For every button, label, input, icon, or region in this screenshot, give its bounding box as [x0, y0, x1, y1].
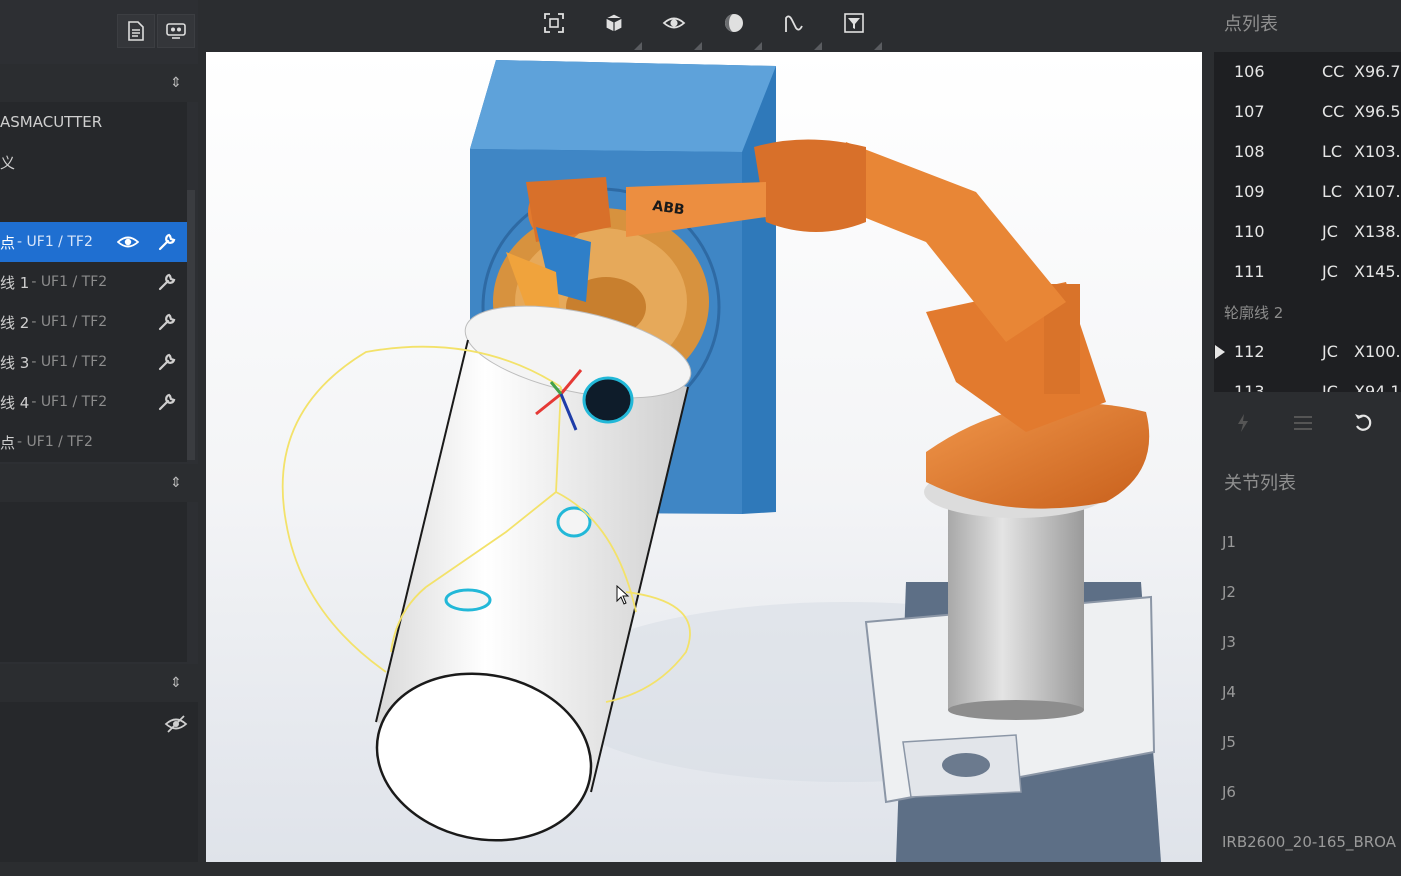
list-icon [1294, 416, 1312, 430]
visibility-icon [662, 17, 686, 29]
undo-icon [1355, 414, 1372, 431]
reset-button[interactable] [1350, 410, 1376, 436]
workpiece-pipe [375, 305, 692, 842]
status-bar [0, 862, 1401, 876]
viewport-toolbar [198, 0, 1202, 52]
point-group-label: 轮廓线 2 [1224, 304, 1284, 322]
robot-pedestal [864, 466, 1161, 862]
dropdown-indicator[interactable] [634, 42, 642, 50]
fit-view-button[interactable] [539, 8, 569, 38]
tree-item-point-selected[interactable]: 点 - UF1 / TF2 [0, 222, 187, 262]
section-2-header: ⇕ [0, 464, 198, 502]
joint-label: J6 [1222, 783, 1236, 801]
wrench-icon[interactable] [157, 392, 177, 412]
tree-item-plasmacutter[interactable]: ASMACUTTER [0, 102, 187, 142]
document-button[interactable] [117, 14, 155, 48]
point-row[interactable]: 107CCX96.58 [1214, 92, 1401, 132]
tree-item-line-3[interactable]: 线 3 - UF1 / TF2 [0, 342, 187, 382]
lightning-icon [1238, 414, 1248, 432]
wrench-icon[interactable] [157, 232, 177, 252]
collapse-handle-icon[interactable]: ⇕ [170, 472, 182, 494]
section-3-header: ⇕ [0, 664, 198, 702]
section-2-body [0, 502, 187, 662]
filter-icon [844, 13, 864, 33]
point-row[interactable]: 106CCX96.76 [1214, 52, 1401, 92]
tree-item-line-1[interactable]: 线 1 - UF1 / TF2 [0, 262, 187, 302]
scene-tree-panel: ⇕ ASMACUTTER 义 点 - UF1 / TF2 线 1 - UF1 /… [0, 0, 198, 876]
joint-label: J5 [1222, 733, 1236, 751]
collapse-handle-icon[interactable]: ⇕ [170, 672, 182, 694]
collapse-handle-icon[interactable]: ⇕ [170, 72, 182, 94]
point-row[interactable]: 111JCX145.8 [1214, 252, 1401, 292]
tree-item-definition[interactable]: 义 [0, 142, 187, 182]
point-row[interactable]: 108LCX103.6 [1214, 132, 1401, 172]
wrench-icon[interactable] [157, 352, 177, 372]
eye-hidden-icon[interactable] [164, 714, 188, 734]
cube-view-button[interactable] [599, 8, 629, 38]
right-panel: 点列表 106CCX96.76 107CCX96.58 108LCX103.6 … [1204, 0, 1401, 876]
point-list-title: 点列表 [1224, 14, 1278, 35]
render-mode-icon [725, 14, 743, 32]
play-marker-icon [1215, 345, 1225, 359]
joint-label: J2 [1222, 583, 1236, 601]
joint-label: J1 [1222, 533, 1236, 551]
point-row[interactable]: 110JCX138.8 [1214, 212, 1401, 252]
dropdown-indicator[interactable] [694, 42, 702, 50]
dropdown-indicator[interactable] [874, 42, 882, 50]
dropdown-indicator[interactable] [754, 42, 762, 50]
3d-viewport[interactable]: ABB [206, 52, 1202, 862]
tree-section-header: ⇕ [0, 64, 198, 102]
path-curve-button[interactable] [779, 8, 809, 38]
scene-render: ABB [281, 60, 1161, 862]
robot-model-name: IRB2600_20-165_BROA [1222, 833, 1396, 851]
eye-icon[interactable] [117, 232, 139, 252]
section-3-body [0, 702, 198, 862]
fit-view-icon [544, 13, 564, 33]
joint-label: J4 [1222, 683, 1236, 701]
render-mode-button[interactable] [719, 8, 749, 38]
tree-item-point-2[interactable]: 点 - UF1 / TF2 [0, 422, 187, 462]
tree-list: ASMACUTTER 义 点 - UF1 / TF2 线 1 - UF1 / T… [0, 102, 187, 462]
point-row[interactable]: 109LCX107.1 [1214, 172, 1401, 212]
point-list[interactable]: 106CCX96.76 107CCX96.58 108LCX103.6 109L… [1214, 52, 1401, 392]
flash-button[interactable] [1230, 410, 1256, 436]
wrench-icon[interactable] [157, 272, 177, 292]
list-button[interactable] [1290, 410, 1316, 436]
robot-view-icon [166, 23, 186, 39]
wrench-icon[interactable] [157, 312, 177, 332]
joint-list-title: 关节列表 [1224, 473, 1296, 494]
tree-item-line-4[interactable]: 线 4 - UF1 / TF2 [0, 382, 187, 422]
filter-button[interactable] [839, 8, 869, 38]
tree-scrollbar[interactable] [187, 190, 195, 460]
path-curve-icon [785, 15, 803, 32]
robot-view-button[interactable] [157, 14, 195, 48]
mouse-cursor-icon [616, 585, 630, 605]
tree-item-line-2[interactable]: 线 2 - UF1 / TF2 [0, 302, 187, 342]
point-row[interactable]: 113JCX94.11 [1214, 372, 1401, 392]
dropdown-indicator[interactable] [814, 42, 822, 50]
visibility-button[interactable] [659, 8, 689, 38]
document-icon [128, 21, 144, 41]
joint-label: J3 [1222, 633, 1236, 651]
cube-view-icon [605, 13, 623, 33]
point-row-current[interactable]: 112JCX100.9 [1214, 332, 1401, 372]
